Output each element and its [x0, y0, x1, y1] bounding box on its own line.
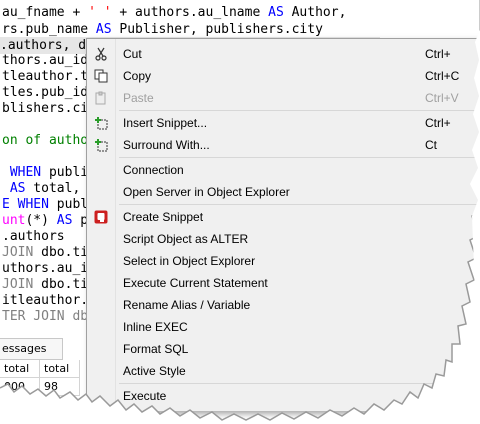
code-token: .authors	[2, 229, 65, 244]
code-line[interactable]: on of author	[2, 132, 96, 149]
menu-item-label: Rename Alias / Variable	[123, 298, 251, 312]
menu-item-shortcut: Ct	[425, 138, 437, 152]
code-token: AS	[268, 5, 284, 20]
table-cell[interactable]: 98	[40, 378, 80, 396]
code-line[interactable]: tles.pub_id	[2, 84, 88, 101]
code-token: AS	[2, 181, 26, 196]
menu-item-shortcut: Ctrl+	[425, 116, 451, 130]
menu-item-open-server-in-object-explorer[interactable]: Open Server in Object Explorer	[87, 181, 480, 203]
menu-separator	[119, 157, 480, 158]
code-line[interactable]: JOIN dbo.tit	[2, 276, 96, 293]
menu-item-shortcut: Ctrl+C	[425, 69, 460, 83]
code-token: au_fname +	[2, 5, 89, 20]
menu-item-label: Open Server in Object Explorer	[123, 185, 290, 199]
code-token: blishers.cit	[2, 101, 96, 116]
code-token: + authors.au_lname	[111, 5, 269, 20]
code-token: (*)	[25, 213, 57, 228]
menu-item-label: Select in Object Explorer	[123, 254, 256, 268]
menu-separator	[119, 204, 480, 205]
code-token: TER JOIN db	[2, 309, 89, 324]
context-menu: Cut Ctrl+ Copy Ctrl+C Paste Ctrl+V Insert Snip…	[86, 38, 480, 411]
code-line[interactable]: thors.au_id	[2, 52, 88, 69]
surround-with-icon	[95, 139, 108, 152]
code-line[interactable]: E WHEN publi	[2, 196, 96, 213]
column-header[interactable]: total	[0, 360, 40, 378]
menu-item-label: Execute	[123, 389, 167, 403]
menu-item-surround-with[interactable]: Surround With... Ct	[87, 134, 480, 156]
code-line[interactable]: .authors	[2, 228, 65, 245]
menu-item-label: Insert Snippet...	[123, 116, 208, 130]
code-token: WHEN	[2, 165, 49, 180]
code-token: total,	[25, 181, 81, 196]
code-line[interactable]: blishers.cit	[2, 100, 96, 117]
menu-item-connection[interactable]: Connection	[87, 159, 480, 181]
menu-item-label: Create Snippet	[123, 210, 204, 224]
menu-separator	[119, 383, 480, 384]
menu-item-script-object-as-alter[interactable]: Script Object as ALTER	[87, 228, 480, 250]
code-line[interactable]: TER JOIN db	[2, 308, 88, 325]
menu-item-label: Active Style	[123, 364, 186, 378]
code-line[interactable]: AS total,	[2, 180, 80, 197]
menu-item-paste[interactable]: Paste Ctrl+V	[87, 87, 480, 109]
code-token: JOIN	[2, 245, 34, 260]
copy-icon	[94, 69, 108, 83]
code-token: thors.au_id	[2, 53, 89, 68]
menu-item-rename-alias-variable[interactable]: Rename Alias / Variable	[87, 294, 480, 316]
grid-header-row: total total	[0, 360, 90, 378]
code-token: unt	[2, 213, 26, 228]
code-token: ' '	[88, 5, 112, 20]
screenshot-canvas: au_fname + ' ' + authors.au_lname AS Aut…	[0, 0, 480, 424]
code-line[interactable]: WHEN publis	[2, 164, 96, 181]
menu-item-execute[interactable]: Execute	[87, 385, 480, 407]
code-token: uthors.au_id	[2, 261, 96, 276]
column-header[interactable]: total	[40, 360, 80, 378]
insert-snippet-icon	[95, 117, 108, 130]
code-token: tles.pub_id	[2, 85, 89, 100]
table-row[interactable]: 000 98	[0, 378, 90, 396]
code-token: .authors, db	[0, 38, 94, 53]
menu-item-inline-exec[interactable]: Inline EXEC	[87, 316, 480, 338]
code-line[interactable]: tleauthor.ti	[2, 68, 96, 85]
menu-item-format-sql[interactable]: Format SQL	[87, 338, 480, 360]
code-token: AS	[95, 22, 112, 37]
code-line[interactable]: unt(*) AS pe	[2, 212, 96, 229]
table-cell[interactable]: 000	[0, 378, 40, 396]
menu-item-create-snippet[interactable]: Create Snippet	[87, 206, 480, 228]
menu-item-cut[interactable]: Cut Ctrl+	[87, 43, 480, 65]
menu-item-label: Connection	[123, 163, 184, 177]
code-token: tleauthor.ti	[2, 69, 96, 84]
menu-item-shortcut: Ctrl+	[425, 47, 451, 61]
menu-item-label: Inline EXEC	[123, 320, 188, 334]
menu-item-shortcut: Ctrl+V	[425, 91, 459, 105]
code-line[interactable]: JOIN dbo.tit	[2, 244, 96, 261]
create-snippet-icon	[94, 210, 108, 224]
messages-tab[interactable]: essages	[0, 338, 63, 360]
menu-item-active-style[interactable]: Active Style	[87, 360, 480, 382]
results-pane: essages total total 000 98	[0, 334, 100, 414]
menu-item-label: Copy	[123, 69, 152, 83]
code-token: E WHEN	[2, 197, 57, 212]
menu-separator	[119, 110, 480, 111]
menu-item-label: Execute Current Statement	[123, 276, 268, 290]
scissors-icon	[95, 47, 107, 61]
code-token: Publisher, publishers.city	[111, 22, 323, 37]
code-token: JOIN	[2, 277, 34, 292]
menu-item-label: Paste	[123, 91, 154, 105]
code-token: Author,	[283, 5, 347, 20]
menu-item-label: Cut	[123, 47, 142, 61]
code-line[interactable]: rs.pub_name AS Publisher, publishers.cit…	[2, 21, 323, 38]
menu-item-insert-snippet[interactable]: Insert Snippet... Ctrl+	[87, 112, 480, 134]
menu-item-label: Surround With...	[123, 138, 210, 152]
code-token: rs.pub_name	[2, 22, 96, 37]
paste-icon	[95, 91, 106, 105]
menu-item-copy[interactable]: Copy Ctrl+C	[87, 65, 480, 87]
menu-item-select-in-object-explorer[interactable]: Select in Object Explorer	[87, 250, 480, 272]
code-line[interactable]: au_fname + ' ' + authors.au_lname AS Aut…	[2, 4, 346, 21]
code-line[interactable]: uthors.au_id	[2, 260, 96, 277]
menu-item-label: Script Object as ALTER	[123, 232, 249, 246]
code-token: on of author	[2, 133, 96, 148]
menu-item-execute-current-statement[interactable]: Execute Current Statement	[87, 272, 480, 294]
code-token: AS	[56, 213, 73, 228]
menu-item-label: Format SQL	[123, 342, 189, 356]
